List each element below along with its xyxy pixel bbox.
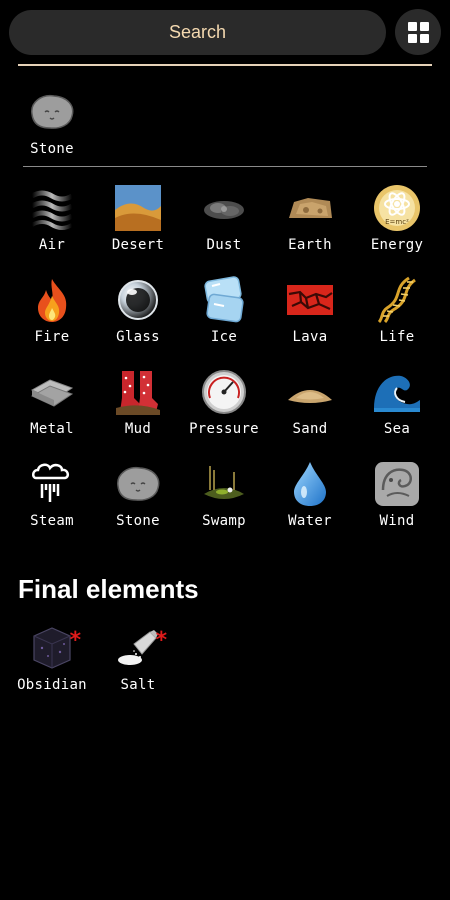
element-label: Metal bbox=[30, 421, 74, 437]
element-sea[interactable]: Sea bbox=[353, 368, 441, 437]
glass-icon bbox=[114, 276, 162, 324]
element-life[interactable]: Life bbox=[353, 276, 441, 345]
element-label: Life bbox=[379, 329, 415, 345]
element-label: Obsidian bbox=[17, 677, 87, 693]
element-wind[interactable]: Wind bbox=[353, 460, 441, 529]
element-water[interactable]: Water bbox=[266, 460, 354, 529]
energy-icon: E=mc² bbox=[373, 184, 421, 232]
element-label: Earth bbox=[288, 237, 332, 253]
stone-icon bbox=[114, 460, 162, 508]
element-pressure[interactable]: Pressure bbox=[180, 368, 268, 437]
element-lava[interactable]: Lava bbox=[266, 276, 354, 345]
element-label: Stone bbox=[30, 141, 74, 157]
element-label: Pressure bbox=[189, 421, 259, 437]
element-label: Sea bbox=[383, 421, 411, 437]
svg-text:E=mc²: E=mc² bbox=[385, 218, 409, 226]
element-label: Swamp bbox=[202, 513, 246, 529]
salt-icon: * bbox=[114, 624, 168, 672]
element-dust[interactable]: Dust bbox=[180, 184, 268, 253]
water-icon bbox=[286, 460, 334, 508]
swamp-icon bbox=[200, 460, 248, 508]
stone-icon bbox=[28, 88, 76, 136]
element-label: Glass bbox=[116, 329, 160, 345]
wind-icon bbox=[373, 460, 421, 508]
element-stone[interactable]: Stone bbox=[94, 460, 182, 529]
final-element-obsidian[interactable]: * Obsidian bbox=[8, 624, 96, 693]
grid-view-icon bbox=[407, 21, 429, 43]
element-earth[interactable]: Earth bbox=[266, 184, 354, 253]
element-label: Salt bbox=[120, 677, 156, 693]
dust-icon bbox=[200, 184, 248, 232]
ice-icon bbox=[200, 276, 248, 324]
element-label: Air bbox=[38, 237, 66, 253]
element-swamp[interactable]: Swamp bbox=[180, 460, 268, 529]
element-label: Dust bbox=[206, 237, 242, 253]
section-divider bbox=[23, 166, 427, 167]
life-icon bbox=[373, 276, 421, 324]
element-label: Desert bbox=[111, 237, 165, 253]
element-label: Lava bbox=[292, 329, 328, 345]
element-fire[interactable]: Fire bbox=[8, 276, 96, 345]
element-energy[interactable]: E=mc² Energy bbox=[353, 184, 441, 253]
recent-element-stone[interactable]: Stone bbox=[8, 88, 96, 157]
element-mud[interactable]: Mud bbox=[94, 368, 182, 437]
sand-icon bbox=[286, 368, 334, 416]
grid-view-button[interactable] bbox=[395, 9, 441, 55]
element-label: Wind bbox=[379, 513, 415, 529]
steam-icon bbox=[28, 460, 76, 508]
element-desert[interactable]: Desert bbox=[94, 184, 182, 253]
earth-icon bbox=[286, 184, 334, 232]
element-label: Water bbox=[288, 513, 332, 529]
header-divider bbox=[18, 64, 432, 66]
element-ice[interactable]: Ice bbox=[180, 276, 268, 345]
element-steam[interactable]: Steam bbox=[8, 460, 96, 529]
desert-icon bbox=[114, 184, 162, 232]
fire-icon bbox=[28, 276, 76, 324]
metal-icon bbox=[28, 368, 76, 416]
final-marker: * bbox=[154, 628, 168, 653]
element-label: Energy bbox=[370, 237, 424, 253]
element-label: Steam bbox=[30, 513, 74, 529]
pressure-icon bbox=[200, 368, 248, 416]
element-label: Sand bbox=[292, 421, 328, 437]
final-elements-title: Final elements bbox=[18, 574, 199, 604]
final-element-salt[interactable]: * Salt bbox=[94, 624, 182, 693]
element-glass[interactable]: Glass bbox=[94, 276, 182, 345]
element-air[interactable]: Air bbox=[8, 184, 96, 253]
sea-icon bbox=[373, 368, 421, 416]
obsidian-icon: * bbox=[28, 624, 82, 672]
final-marker: * bbox=[68, 628, 82, 653]
element-label: Mud bbox=[124, 421, 152, 437]
mud-icon bbox=[114, 368, 162, 416]
search-label: Search bbox=[168, 22, 227, 42]
lava-icon bbox=[286, 276, 334, 324]
top-bar: Search bbox=[0, 0, 450, 64]
element-label: Ice bbox=[210, 329, 238, 345]
search-bar[interactable]: Search bbox=[9, 10, 386, 55]
element-label: Stone bbox=[116, 513, 160, 529]
element-metal[interactable]: Metal bbox=[8, 368, 96, 437]
element-sand[interactable]: Sand bbox=[266, 368, 354, 437]
element-label: Fire bbox=[34, 329, 70, 345]
air-icon bbox=[28, 184, 76, 232]
